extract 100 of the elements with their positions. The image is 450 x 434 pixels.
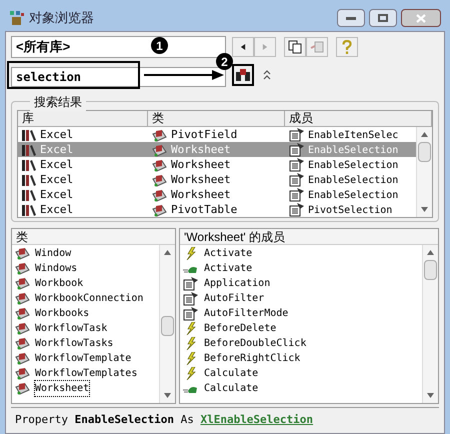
member-item[interactable]: Calculate [204, 381, 258, 396]
class-item[interactable]: Window [34, 245, 72, 262]
question-icon [342, 40, 352, 54]
close-button[interactable] [401, 9, 441, 27]
lightning-icon [184, 337, 196, 350]
table-cell-text: EnableSelection [308, 188, 398, 203]
class-icon [15, 337, 30, 350]
column-header[interactable]: 成员 [285, 111, 432, 126]
class-item[interactable]: WorkflowTemplate [34, 350, 132, 367]
app-icon [9, 10, 25, 26]
member-item[interactable]: BeforeDoubleClick [204, 336, 306, 351]
scrollbar-thumb[interactable] [418, 142, 431, 162]
books-icon [22, 159, 36, 172]
group-title: 搜索结果 [30, 93, 86, 111]
property-icon [289, 173, 304, 188]
property-icon [289, 128, 304, 142]
maximize-button[interactable] [369, 9, 397, 27]
table-cell-text: PivotTable [171, 202, 238, 218]
class-icon [15, 367, 30, 380]
member-item[interactable]: Activate [204, 261, 252, 276]
class-item[interactable]: WorkbookConnection [34, 290, 144, 307]
class-item[interactable]: Windows [34, 260, 78, 277]
search-field[interactable]: selection [11, 67, 226, 87]
class-icon [15, 352, 30, 365]
down-arrow-icon [427, 392, 434, 399]
class-icon [152, 158, 167, 172]
table-cell-text: EnableSelection [308, 174, 398, 188]
property-icon [289, 188, 304, 202]
pane-header: 类 [12, 229, 175, 245]
minimize-button[interactable] [337, 9, 365, 27]
member-item[interactable]: AutoFilter [204, 291, 264, 306]
class-icon [152, 144, 167, 157]
member-item[interactable]: Activate [204, 246, 252, 261]
class-icon [152, 204, 167, 217]
table-cell-text: Worksheet [171, 157, 231, 173]
property-icon [183, 276, 198, 290]
member-item[interactable]: Calculate [204, 366, 258, 381]
books-icon [22, 144, 36, 156]
right-arrow-icon [262, 44, 268, 50]
table-cell-text: Excel [40, 142, 74, 158]
search-button[interactable] [232, 64, 254, 86]
table-cell-text: Worksheet [171, 187, 231, 203]
scrollbar-thumb[interactable] [161, 316, 174, 336]
down-arrow-icon [421, 206, 428, 213]
back-button[interactable] [232, 37, 254, 57]
column-header[interactable]: 类 [148, 111, 285, 126]
table-cell-text: Excel [40, 172, 74, 188]
member-item[interactable]: Application [204, 276, 270, 291]
lightning-icon [184, 352, 196, 365]
class-icon [15, 307, 30, 320]
scrollbar-thumb[interactable] [424, 260, 437, 280]
books-icon [22, 129, 36, 142]
books-icon [22, 204, 36, 216]
double-chevron-icon [263, 70, 271, 80]
class-item[interactable]: WorkflowTasks [34, 335, 114, 352]
class-item[interactable]: WorkflowTask [34, 320, 108, 337]
property-icon [183, 292, 198, 306]
result-row[interactable]: Excel PivotField EnableItenSelec [18, 127, 416, 142]
class-item[interactable]: WorkflowTemplates [34, 365, 138, 382]
lightning-icon [184, 247, 196, 260]
class-item[interactable]: Worksheet [34, 380, 90, 397]
books-icon [22, 189, 36, 202]
up-arrow-icon [164, 249, 171, 256]
property-icon [183, 306, 198, 320]
pane-header: 'Worksheet' 的成员 [180, 229, 438, 245]
scrollbar[interactable] [159, 245, 175, 403]
table-cell-text: EnableSelection [308, 158, 398, 173]
table-cell-text: PivotField [171, 127, 238, 143]
class-item[interactable]: Workbook [34, 275, 84, 292]
table-cell-text: Worksheet [171, 142, 231, 158]
copy-icon [288, 40, 302, 54]
class-icon [15, 262, 30, 275]
class-icon [152, 188, 167, 202]
member-item[interactable]: BeforeDelete [204, 321, 276, 336]
result-row[interactable]: Excel PivotTable PivotSelection [18, 202, 416, 217]
class-icon [15, 382, 30, 395]
property-icon [289, 158, 304, 172]
member-item[interactable]: AutoFilterMode [204, 306, 288, 321]
table-cell-text: PivotSelection [308, 204, 392, 218]
column-header[interactable]: 库 [18, 111, 148, 126]
result-row[interactable]: Excel Worksheet EnableSelection [18, 157, 416, 172]
result-row[interactable]: Excel Worksheet EnableSelection [18, 187, 416, 202]
scrollbar[interactable] [422, 245, 438, 403]
table-cell-text: Excel [40, 202, 74, 218]
scrollbar[interactable] [416, 127, 432, 217]
class-icon [152, 174, 167, 187]
table-cell-text: Worksheet [171, 172, 231, 188]
lightning-icon [184, 322, 196, 335]
class-icon [15, 322, 30, 335]
result-row[interactable]: Excel Worksheet EnableSelection [18, 172, 416, 187]
member-item[interactable]: BeforeRightClick [204, 351, 300, 366]
left-arrow-icon [240, 44, 246, 50]
class-icon [15, 277, 30, 290]
class-icon [15, 292, 30, 305]
type-link[interactable]: XlEnableSelection [200, 413, 314, 426]
books-icon [22, 174, 36, 186]
definition-icon [310, 40, 324, 54]
close-icon [416, 14, 426, 22]
class-item[interactable]: Workbooks [34, 305, 90, 322]
copy-button[interactable] [284, 37, 306, 57]
